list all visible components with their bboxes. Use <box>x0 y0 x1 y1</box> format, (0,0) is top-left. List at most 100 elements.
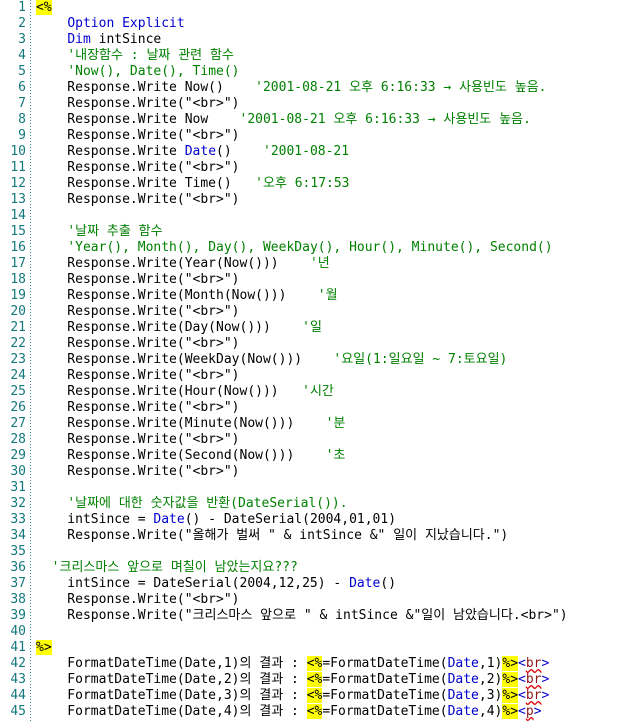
token-plain: Response.Write Time() <box>36 176 232 191</box>
line-content[interactable]: Response.Write Now() '2001-08-21 오후 6:16… <box>36 80 546 96</box>
line-number: 29 <box>10 448 26 463</box>
line-number: 41 <box>10 640 26 655</box>
token-plain: ,1) <box>478 656 503 671</box>
line-content[interactable]: Response.Write("<br>") <box>36 128 239 144</box>
line-number: 2 <box>18 16 26 31</box>
line-content[interactable]: Response.Write(WeekDay(Now())) '요일(1:일요일… <box>36 352 507 368</box>
line-number: 4 <box>18 48 26 63</box>
token-plain: Response.Write Now <box>36 112 209 127</box>
token-keyword: Date <box>349 576 381 591</box>
line-content[interactable]: Response.Write("올해가 벌써 " & intSince &" 일… <box>36 528 508 544</box>
line-number: 35 <box>10 544 26 559</box>
line-content[interactable]: intSince = Date() - DateSerial(2004,01,0… <box>36 512 396 528</box>
line-content[interactable]: intSince = DateSerial(2004,12,25) - Date… <box>36 576 396 592</box>
token-plain: =FormatDateTime( <box>322 704 448 719</box>
line-content[interactable]: '날짜 추출 함수 <box>36 224 162 240</box>
line-number: 21 <box>10 320 26 335</box>
line-content[interactable]: Response.Write("<br>") <box>36 336 239 352</box>
line-number: 5 <box>18 64 26 79</box>
line-content[interactable]: Response.Write(Month(Now())) '월 <box>36 288 338 304</box>
line-content[interactable]: 'Year(), Month(), Day(), WeekDay(), Hour… <box>36 240 553 256</box>
line-content[interactable]: <% <box>36 0 52 16</box>
token-bracket: < <box>518 672 526 687</box>
line-content[interactable]: Response.Write Date() '2001-08-21 <box>36 144 349 160</box>
line-content[interactable]: Response.Write("<br>") <box>36 368 239 384</box>
line-number: 34 <box>10 528 26 543</box>
line-number: 10 <box>10 144 26 159</box>
token-plain: () <box>380 576 397 591</box>
line-content[interactable]: FormatDateTime(Date,2)의 결과 : <%=FormatDa… <box>36 672 549 688</box>
line-number: 9 <box>18 128 26 143</box>
line-number: 11 <box>10 160 26 175</box>
line-content[interactable]: Response.Write Time() '오후 6:17:53 <box>36 176 349 192</box>
token-plain: Response.Write(Year(Now())) <box>36 256 279 271</box>
line-content[interactable]: Response.Write(Hour(Now())) '시간 <box>36 384 334 400</box>
line-content[interactable]: Response.Write(Day(Now())) '일 <box>36 320 322 336</box>
token-comment: '월 <box>286 288 338 303</box>
token-plain: Response.Write("<br>") <box>36 304 240 319</box>
token-plain: FormatDateTime(Date,2)의 결과 : <box>36 672 307 687</box>
line-number: 14 <box>10 208 26 223</box>
code-editor[interactable]: 1 <% 2 Option Explicit 3 Dim intSince 4 '내장함… <box>0 0 640 722</box>
token-comment: '년 <box>278 256 330 271</box>
line-content[interactable]: FormatDateTime(Date,1)의 결과 : <%=FormatDa… <box>36 656 549 672</box>
token-plain: intSince = <box>36 512 154 527</box>
line-number: 38 <box>10 592 26 607</box>
line-content[interactable]: Dim intSince <box>36 32 161 48</box>
line-content[interactable]: '날짜에 대한 숫자값을 반환(DateSerial()). <box>36 496 347 512</box>
token-comment: '크리스마스 앞으로 며칠이 남았는지요??? <box>51 560 298 575</box>
line-content[interactable]: Response.Write("<br>") <box>36 592 239 608</box>
line-number: 20 <box>10 304 26 319</box>
line-number: 18 <box>10 272 26 287</box>
token-plain: () <box>216 144 232 159</box>
line-number: 37 <box>10 576 26 591</box>
line-content[interactable]: Response.Write(Year(Now())) '년 <box>36 256 330 272</box>
line-content[interactable]: Response.Write("크리스마스 앞으로 " & intSince &… <box>36 608 568 624</box>
line-number: 26 <box>10 400 26 415</box>
line-content[interactable]: Response.Write("<br>") <box>36 400 240 416</box>
line-content[interactable]: FormatDateTime(Date,3)의 결과 : <%=FormatDa… <box>36 688 549 704</box>
token-plain: Response.Write(Minute(Now())) <box>36 416 295 431</box>
token-plain: Response.Write(Month(Now())) <box>36 288 287 303</box>
line-content[interactable]: '내장함수 : 날짜 관련 함수 <box>36 48 234 64</box>
line-number: 3 <box>18 32 26 47</box>
line-content[interactable]: Response.Write("<br>") <box>36 272 239 288</box>
line-content[interactable]: Response.Write(Minute(Now())) '분 <box>36 416 345 432</box>
token-keyword: Dim <box>67 32 91 47</box>
token-comment: '내장함수 : 날짜 관련 함수 <box>67 48 234 63</box>
line-content[interactable]: %> <box>36 640 52 656</box>
line-content[interactable]: Response.Write("<br>") <box>36 160 240 176</box>
line-content[interactable]: Option Explicit <box>36 16 184 32</box>
token-keyword: Date <box>447 688 479 703</box>
gutter-separator-rule <box>30 0 31 722</box>
line-content[interactable]: '크리스마스 앞으로 며칠이 남았는지요??? <box>36 560 298 576</box>
line-number: 15 <box>10 224 26 239</box>
token-plain: Response.Write(Second(Now())) <box>36 448 295 463</box>
line-content[interactable]: Response.Write("<br>") <box>36 432 240 448</box>
token-plain: intSince = DateSerial(2004,12,25) - <box>36 576 350 591</box>
line-number: 40 <box>10 624 26 639</box>
token-comment: 'Year(), Month(), Day(), WeekDay(), Hour… <box>67 240 553 255</box>
token-plain: Response.Write("<br>") <box>36 160 240 175</box>
line-number: 12 <box>10 176 26 191</box>
token-comment: '일 <box>270 320 322 335</box>
line-content[interactable]: Response.Write("<br>") <box>36 464 240 480</box>
line-content[interactable]: 'Now(), Date(), Time() <box>36 64 239 80</box>
line-content[interactable]: FormatDateTime(Date,4)의 결과 : <%=FormatDa… <box>36 704 542 720</box>
token-plain: =FormatDateTime( <box>322 656 448 671</box>
line-content[interactable]: Response.Write("<br>") <box>36 304 240 320</box>
line-content[interactable]: Response.Write Now '2001-08-21 오후 6:16:3… <box>36 112 531 128</box>
token-plain: Response.Write("<br>") <box>36 464 240 479</box>
line-content[interactable]: Response.Write(Second(Now())) '초 <box>36 448 345 464</box>
line-content[interactable]: Response.Write("<br>") <box>36 96 239 112</box>
line-number: 7 <box>18 96 26 111</box>
line-content[interactable]: Response.Write("<br>") <box>36 192 239 208</box>
line-number: 42 <box>10 656 26 671</box>
token-plain: Response.Write("<br>") <box>36 400 240 415</box>
line-number: 30 <box>10 464 26 479</box>
token-bracket: > <box>541 672 550 687</box>
token-plain: Response.Write("<br>") <box>36 432 240 447</box>
token-comment: '2001-08-21 오후 6:16:33 → 사용빈도 높음. <box>208 112 531 127</box>
token-plain: Response.Write("크리스마스 앞으로 " & intSince &… <box>36 608 568 623</box>
